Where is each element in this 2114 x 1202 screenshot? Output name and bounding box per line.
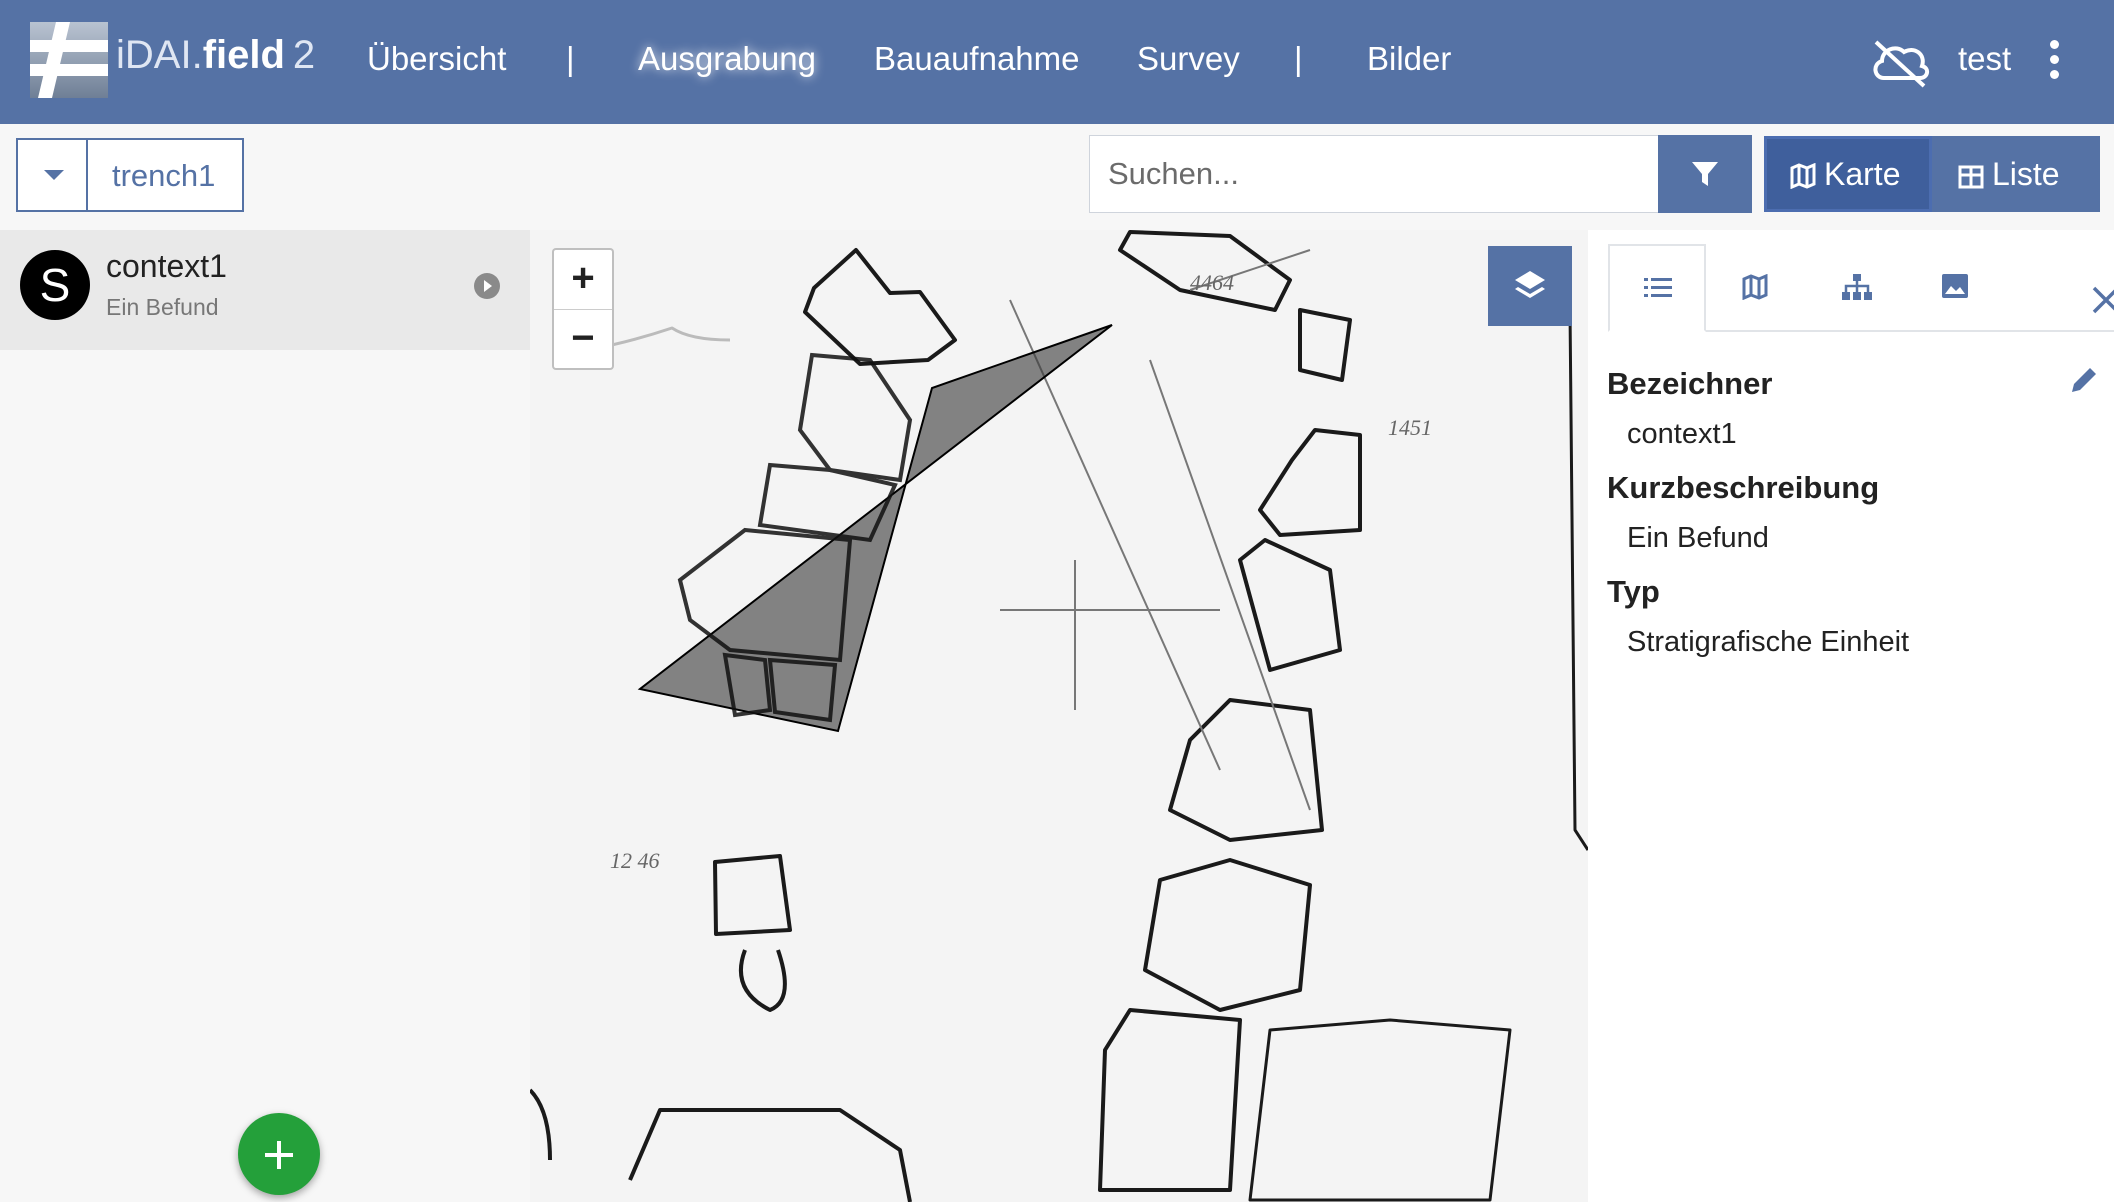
tab-images[interactable] [1908, 244, 2006, 330]
map-view-button[interactable]: Karte [1764, 136, 1932, 212]
close-icon[interactable] [2090, 284, 2114, 316]
svg-text:12 46: 12 46 [610, 848, 660, 873]
field-value-short-description: Ein Befund [1627, 522, 1769, 554]
item-short-description: Ein Befund [106, 294, 219, 320]
item-identifier: context1 [106, 248, 227, 284]
list-item[interactable]: S context1 Ein Befund [0, 230, 530, 350]
zoom-out-button[interactable]: − [554, 310, 612, 369]
list-view-button[interactable]: Liste [1932, 136, 2100, 212]
detail-tabs [1608, 244, 2114, 332]
operation-select[interactable]: trench1 [16, 138, 244, 212]
list-icon [1644, 278, 1672, 297]
hierarchy-icon [1842, 274, 1872, 300]
pencil-icon[interactable] [2068, 364, 2100, 396]
nav-separator: | [566, 40, 575, 77]
map-icon [1742, 274, 1768, 300]
user-name[interactable]: test [1958, 40, 2011, 78]
type-badge: S [20, 250, 90, 320]
nav-survey[interactable]: Survey [1137, 40, 1240, 78]
operation-label: trench1 [112, 158, 216, 193]
field-value-type: Stratigrafische Einheit [1627, 626, 1910, 658]
search-input[interactable] [1089, 135, 1659, 213]
nav-bilder[interactable]: Bilder [1367, 40, 1451, 78]
filter-icon [1692, 162, 1718, 186]
map-background-plan: 4464 1451 12 46 [530, 230, 1588, 1202]
plus-icon [265, 1141, 293, 1169]
top-navbar: iDAI.field 2 Übersicht | Ausgrabung Bauau… [0, 0, 2114, 124]
filter-button[interactable] [1658, 135, 1752, 213]
chevron-right-icon[interactable] [474, 273, 500, 299]
svg-text:4464: 4464 [1190, 270, 1234, 295]
nav-uebersicht[interactable]: Übersicht [367, 40, 506, 78]
cloud-off-icon[interactable] [1870, 38, 1930, 88]
table-icon [1958, 165, 1984, 189]
tab-geometry[interactable] [1708, 244, 1806, 330]
resource-list: S context1 Ein Befund [0, 230, 530, 1202]
layers-button[interactable] [1488, 246, 1572, 326]
tab-fields[interactable] [1608, 244, 1706, 332]
nav-separator: | [1294, 40, 1303, 77]
field-value-identifier: context1 [1627, 418, 1737, 450]
zoom-in-button[interactable]: + [554, 250, 612, 310]
zoom-control: + − [552, 248, 614, 370]
field-label-identifier: Bezeichner [1607, 366, 1773, 401]
app-name: iDAI.field 2 [116, 33, 316, 77]
kebab-menu-icon[interactable] [2050, 40, 2062, 84]
tab-relations[interactable] [1808, 244, 1906, 330]
detail-sidebar: Bezeichner context1 Kurzbeschreibung Ein… [1588, 230, 2114, 1202]
nav-bauaufnahme[interactable]: Bauaufnahme [874, 40, 1080, 78]
chevron-down-icon[interactable] [18, 140, 88, 210]
add-resource-button[interactable] [238, 1113, 320, 1195]
svg-text:1451: 1451 [1388, 415, 1432, 440]
view-toggle: Karte Liste [1764, 136, 2100, 212]
field-label-type: Typ [1607, 574, 1660, 609]
field-label-short-description: Kurzbeschreibung [1607, 470, 1880, 505]
layers-icon [1515, 271, 1545, 298]
nav-ausgrabung[interactable]: Ausgrabung [638, 40, 816, 78]
map-icon [1790, 162, 1816, 190]
map-view[interactable]: 4464 1451 12 46 + − [530, 230, 1588, 1202]
app-logo [30, 22, 108, 98]
image-icon [1942, 274, 1968, 298]
